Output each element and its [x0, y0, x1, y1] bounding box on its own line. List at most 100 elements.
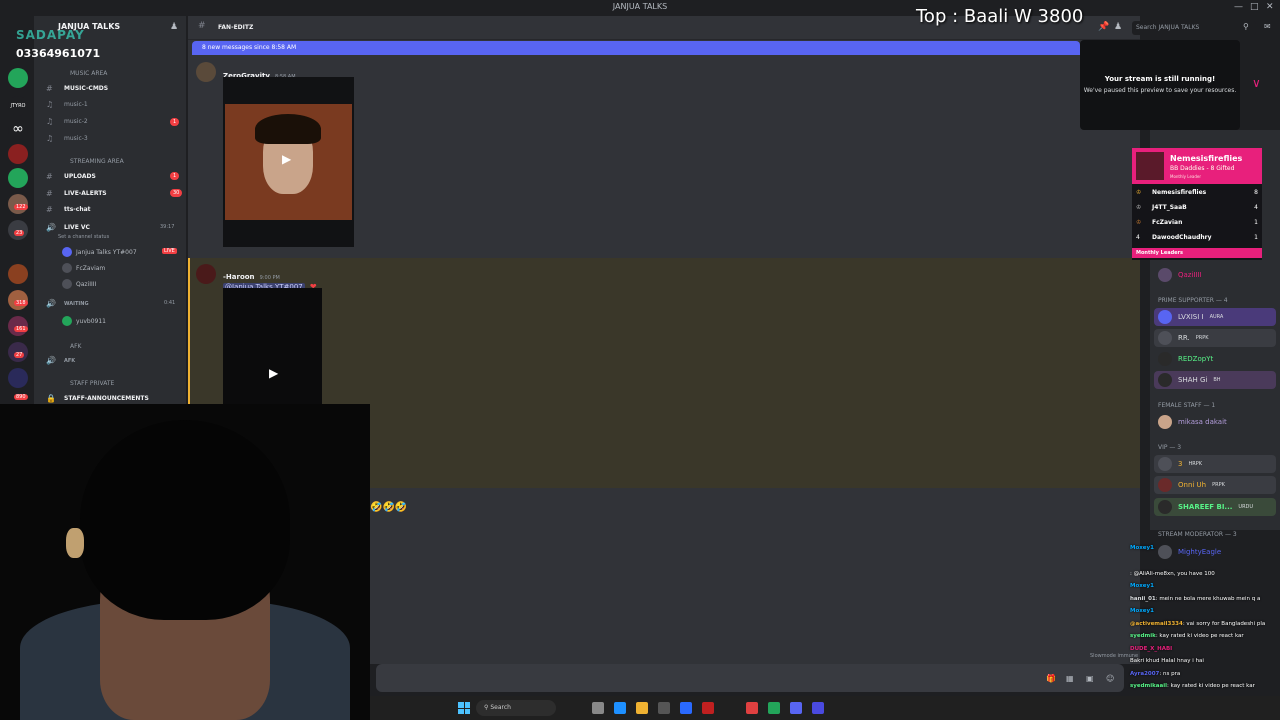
channel-music-cmds[interactable]: # MUSIC-CMDS	[46, 84, 108, 93]
phone-overlay: 03364961071	[16, 47, 101, 60]
category-music-area[interactable]: MUSIC AREA	[70, 70, 107, 77]
stream-chat-line: Moxey1	[1130, 608, 1154, 614]
stream-chat-user: hanii_01	[1130, 596, 1156, 602]
member-item[interactable]: SHAH Gi BH	[1154, 371, 1276, 389]
infinity-server-icon[interactable]: ∞	[8, 120, 28, 140]
gift-icon[interactable]: 🎁	[1046, 674, 1056, 683]
hash-icon: #	[198, 21, 206, 31]
mention-badge: 318	[14, 300, 28, 306]
store-icon[interactable]	[658, 702, 670, 714]
edge-icon[interactable]	[614, 702, 626, 714]
server-icon[interactable]	[8, 144, 28, 164]
maximize-button[interactable]: □	[1250, 2, 1259, 12]
voice-channel-waiting[interactable]: 🔊 WAITING	[46, 299, 89, 308]
avatar[interactable]	[196, 62, 216, 82]
member-item[interactable]: mikasa dakait	[1154, 413, 1276, 431]
avatar[interactable]	[196, 264, 216, 284]
member-item[interactable]: LVXISI I AURA	[1154, 308, 1276, 326]
member-item[interactable]: SHAREEF BI... URDU	[1154, 498, 1276, 516]
stream-chat-text: : mein ne bola mere khuwab mein q a	[1155, 596, 1261, 602]
inbox-icon[interactable]: ✉	[1264, 22, 1271, 31]
app-icon[interactable]	[812, 702, 824, 714]
file-explorer-icon[interactable]	[636, 702, 648, 714]
member-item[interactable]: REDZopYt	[1154, 350, 1276, 368]
category-streaming-area[interactable]: STREAMING AREA	[70, 158, 124, 165]
pin-icon[interactable]: 📌	[1098, 22, 1109, 32]
stream-chat-line: DUDE_X_HABI	[1130, 646, 1172, 652]
channel-live-alerts[interactable]: # LIVE-ALERTS	[46, 189, 107, 198]
chevron-icon: ∨	[1252, 76, 1261, 90]
channel-music-1[interactable]: ♫ music-1	[46, 100, 88, 109]
channel-uploads[interactable]: # UPLOADS	[46, 172, 96, 181]
vc-timer: 0:41	[164, 300, 176, 306]
crown-icon: ♔	[1136, 219, 1142, 226]
avatar	[62, 316, 72, 326]
stream-chat-text: : @AliAli-me8xn, you have 100	[1130, 571, 1215, 577]
leaderboard-header: Nemesisfireflies BB Daddies - 8 Gifted M…	[1132, 148, 1262, 184]
voice-channel-live-vc[interactable]: 🔊 LIVE VC	[46, 223, 90, 232]
stream-preview[interactable]: Your stream is still running! We've paus…	[1080, 40, 1240, 130]
server-icon[interactable]	[8, 168, 28, 188]
app-icon[interactable]	[746, 702, 758, 714]
avatar	[1158, 373, 1172, 387]
play-icon[interactable]: ▶	[269, 366, 278, 380]
channel-music-3[interactable]: ♫ music-3	[46, 134, 88, 143]
vc-user[interactable]: Janjua Talks YT#007	[62, 247, 137, 257]
channel-staff-announcements[interactable]: 🔒 STAFF-ANNOUNCEMENTS	[46, 394, 149, 403]
channel-music-2[interactable]: ♫ music-2	[46, 117, 88, 126]
app-icon[interactable]	[680, 702, 692, 714]
server-icon[interactable]: JTYRO	[8, 96, 28, 116]
close-button[interactable]: ✕	[1266, 2, 1274, 12]
minimize-button[interactable]: —	[1234, 2, 1243, 12]
hash-icon: #	[46, 205, 53, 214]
category-afk[interactable]: AFK	[70, 343, 82, 350]
vc-timer: 39:17	[160, 224, 175, 230]
sticker-icon[interactable]: ▣	[1086, 674, 1094, 683]
leaderboard-row: ♔ Nemesisfireflies 8	[1136, 189, 1258, 196]
crown-icon: ♔	[1136, 189, 1142, 196]
avatar	[1158, 457, 1172, 471]
chrome-icon[interactable]	[768, 702, 780, 714]
server-icon[interactable]	[8, 264, 28, 284]
stream-chat-text: : kay rated ki video pe react kar	[1167, 683, 1255, 689]
message-input[interactable]	[376, 664, 1124, 692]
server-icon[interactable]	[8, 368, 28, 388]
member-item[interactable]: Onni Uh PRPK	[1154, 476, 1276, 494]
category-staff-private[interactable]: STAFF PRIVATE	[70, 380, 114, 387]
vc-user[interactable]: QaziΙΙΙΙ	[62, 279, 96, 289]
vc-user[interactable]: FcZaviam	[62, 263, 105, 273]
gif-icon[interactable]: ▦	[1066, 674, 1074, 683]
member-item[interactable]: MightyEagle	[1154, 543, 1276, 561]
search-icon: ⚲	[1243, 22, 1249, 31]
server-icon[interactable]	[8, 68, 28, 88]
stream-chat-user: syedmik	[1130, 633, 1156, 639]
top-donor-overlay: Top : Baali W 3800	[916, 6, 1084, 27]
vc-status[interactable]: Set a channel status	[58, 234, 109, 240]
search-input[interactable]: Search JANJUA TALKS	[1132, 21, 1256, 35]
vc-user[interactable]: yuvb0911	[62, 316, 106, 326]
members-icon[interactable]: ♟	[1114, 22, 1122, 32]
member-item[interactable]: RR. PRPK	[1154, 329, 1276, 347]
emoji-message: 🤣🤣🤣	[370, 502, 408, 513]
member-item[interactable]: QaziΙΙΙΙ	[1154, 266, 1276, 284]
stream-chat-user: syedmikaail	[1130, 683, 1167, 689]
emoji-icon[interactable]: ☺	[1106, 674, 1114, 683]
windows-start-icon[interactable]	[458, 702, 470, 714]
hair-image	[255, 114, 321, 144]
app-icon[interactable]	[702, 702, 714, 714]
channel-tts-chat[interactable]: # tts-chat	[46, 205, 91, 214]
task-view-icon[interactable]	[592, 702, 604, 714]
play-icon[interactable]: ▶	[282, 152, 291, 166]
new-messages-bar[interactable]: 8 new messages since 8:58 AM	[192, 41, 1080, 55]
taskbar-search[interactable]: ⚲ Search	[476, 700, 556, 716]
leaderboard-row: ♔ J4TT_SaaB 4	[1136, 204, 1258, 211]
add-friend-icon[interactable]: ♟	[170, 22, 178, 32]
discord-icon[interactable]	[790, 702, 802, 714]
stream-chat-line: hanii_01: mein ne bola mere khuwab mein …	[1130, 596, 1260, 602]
stream-chat-text: : kay rated ki video pe react kar	[1155, 633, 1244, 639]
voice-channel-afk[interactable]: 🔊 AFK	[46, 356, 75, 365]
leader-sub: BB Daddies - 8 Gifted	[1170, 165, 1235, 172]
stream-chat-line: Moxey1	[1130, 583, 1154, 589]
member-item[interactable]: 3 HRPK	[1154, 455, 1276, 473]
stream-chat-text: Bakri khud Halal hnay i hai	[1130, 658, 1204, 664]
